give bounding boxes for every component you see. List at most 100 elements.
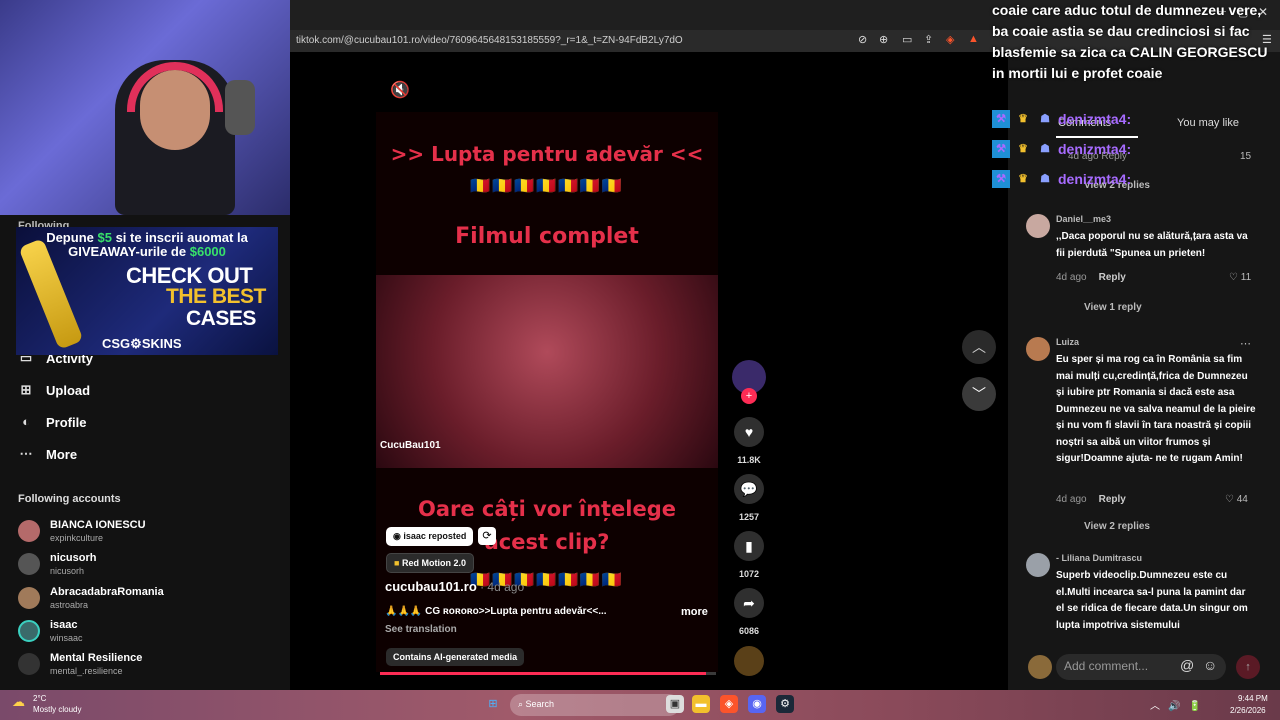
weather-icon[interactable]: ☁ [12, 694, 25, 710]
ad-the-best: THE BEST [166, 285, 266, 308]
tab-you-may-like[interactable]: You may like [1177, 117, 1239, 129]
view-replies[interactable]: View 1 reply [1084, 302, 1142, 313]
file-explorer-icon[interactable]: ▬ [692, 695, 710, 713]
video-flags: 🇷🇴🇷🇴🇷🇴🇷🇴🇷🇴🇷🇴🇷🇴 [470, 176, 624, 195]
comment-author[interactable]: - Liliana Dumitrascu [1056, 553, 1142, 563]
comment-meta: 4d ago Reply [1056, 272, 1126, 283]
profile-icon: ◐ [22, 414, 30, 429]
account-handle: winsaac [50, 633, 83, 643]
comment-text: ,,Daca poporul nu se alătură,țara asta v… [1056, 231, 1248, 259]
following-account[interactable]: Mental Resilience mental_.resilience [18, 652, 142, 676]
chat-line: ⚒ ♛ ☗ denizmta4: [992, 170, 1131, 188]
account-handle: astroabra [50, 600, 89, 610]
reply-button[interactable]: Reply [1099, 272, 1126, 283]
mention-icon[interactable]: @ [1180, 657, 1194, 673]
more-icon: ⋯ [19, 446, 33, 461]
emoji-icon[interactable]: ☺ [1203, 657, 1217, 673]
url-text[interactable]: tiktok.com/@cucubau101.ro/video/76096456… [296, 35, 683, 46]
nav-profile[interactable]: ◐ Profile [18, 414, 86, 430]
following-account[interactable]: AbracadabraRomania astroabra [18, 586, 164, 610]
cast-icon[interactable]: ▭ [902, 33, 912, 46]
ai-generated-label: Contains AI-generated media [386, 648, 525, 666]
mute-icon[interactable]: 🔇 [390, 80, 410, 100]
video-progress-bar[interactable] [380, 672, 716, 675]
comment-text: Eu sper și ma rog ca în România sa fim m… [1056, 354, 1256, 464]
nav-label: More [46, 446, 78, 462]
zoom-icon[interactable]: ⊕ [879, 33, 888, 46]
effect-badge[interactable]: ■ Red Motion 2.0 [386, 553, 474, 573]
taskbar-search[interactable]: ⌕ Search [510, 694, 680, 716]
clock-time[interactable]: 9:44 PM [1238, 694, 1268, 703]
comment-author[interactable]: Luiza [1056, 337, 1079, 347]
previous-video-button[interactable]: ︿ [962, 330, 996, 364]
nav-more[interactable]: ⋯ More [18, 446, 78, 462]
avatar[interactable] [1026, 214, 1050, 238]
caption-more-link[interactable]: more [681, 606, 708, 618]
effect-label: Red Motion 2.0 [401, 558, 466, 568]
ad-text: si te inscrii auomat la [115, 230, 248, 245]
heart-icon: ♡ [1229, 272, 1238, 283]
avatar [18, 587, 40, 609]
comment-author[interactable]: Daniel__me3 [1056, 214, 1111, 224]
following-account[interactable]: isaac winsaac [18, 619, 83, 643]
clock-date[interactable]: 2/26/2026 [1230, 706, 1266, 715]
music-disc-icon[interactable] [734, 646, 764, 676]
account-handle: nicusorh [50, 566, 85, 576]
account-name: AbracadabraRomania [50, 586, 164, 598]
steam-icon[interactable]: ⚙ [776, 695, 794, 713]
nav-upload[interactable]: ⊞ Upload [18, 382, 91, 398]
translate-icon[interactable]: ⊘ [858, 33, 867, 46]
share-button[interactable]: ➦ [734, 588, 764, 618]
view-replies[interactable]: View 2 replies [1084, 521, 1150, 532]
repost-badge[interactable]: ◉ isaac reposted [386, 527, 474, 546]
account-name: isaac [50, 619, 78, 631]
following-account[interactable]: BIANCA IONESCU expinkculture [18, 519, 146, 543]
stream-chat-message: coaie care aduc totul de dumnezeu vere, … [992, 2, 1268, 81]
avatar[interactable] [1026, 553, 1050, 577]
reply-button[interactable]: Reply [1099, 494, 1126, 505]
robot-badge-icon: ☗ [1040, 143, 1050, 155]
add-comment-input[interactable]: Add comment... [1056, 654, 1226, 680]
brave-shield-icon[interactable]: ◈ [946, 33, 954, 46]
repost-icon[interactable]: ⟳ [478, 527, 496, 545]
video-watermark: CucuBau101 [380, 440, 441, 451]
weather-desc[interactable]: Mostly cloudy [33, 705, 81, 714]
brave-browser-icon[interactable]: ◈ [720, 695, 738, 713]
next-video-button[interactable]: ﹀ [962, 377, 996, 411]
my-avatar [1028, 655, 1052, 679]
comment-likes[interactable]: ♡ 11 [1229, 272, 1251, 283]
video-subheading: Filmul complet [455, 224, 639, 249]
discord-icon[interactable]: ◉ [748, 695, 766, 713]
microphone-icon [225, 80, 255, 135]
video-question-1: Oare câți vor înțelege [417, 497, 677, 521]
author-name[interactable]: cucubau101.ro [385, 579, 477, 594]
bookmark-button[interactable]: ▮ [734, 531, 764, 561]
video-author[interactable]: cucubau101.ro · 4d ago [385, 579, 524, 594]
pickaxe-badge-icon: ⚒ [992, 110, 1010, 128]
see-translation-link[interactable]: See translation [385, 624, 457, 635]
comment-likes[interactable]: ♡ 44 [1225, 494, 1248, 505]
like-button[interactable]: ♥ [734, 417, 764, 447]
robot-badge-icon: ☗ [1040, 113, 1050, 125]
follow-plus-icon[interactable]: + [741, 388, 757, 404]
post-date: · 4d ago [476, 580, 525, 594]
avatar[interactable] [1026, 337, 1050, 361]
like-count: 11.8K [737, 455, 761, 465]
share-page-icon[interactable]: ⇪ [924, 33, 933, 46]
crown-badge-icon: ♛ [1018, 143, 1028, 155]
system-tray[interactable]: ︿🔊🔋 [1150, 697, 1209, 712]
tab-active-indicator [1056, 136, 1138, 138]
sponsor-ad: Depune $5 si te inscrii auomat la GIVEAW… [16, 227, 278, 355]
crown-badge-icon: ♛ [1018, 173, 1028, 185]
following-account[interactable]: nicusorh nicusorh [18, 552, 96, 576]
effect-icon: ■ [394, 558, 400, 568]
send-comment-button[interactable]: ↑ [1236, 655, 1260, 679]
comment-button[interactable]: 💬 [734, 474, 764, 504]
brave-rewards-icon[interactable]: ▲ [968, 33, 979, 45]
weather-temp[interactable]: 2°C [33, 694, 46, 703]
comment-meta: 4d ago Reply [1056, 494, 1126, 505]
share-count: 6086 [738, 626, 760, 636]
more-options-icon[interactable]: ⋯ [1240, 337, 1251, 350]
windows-start-icon[interactable]: ⊞ [484, 695, 502, 713]
task-view-icon[interactable]: ▣ [666, 695, 684, 713]
